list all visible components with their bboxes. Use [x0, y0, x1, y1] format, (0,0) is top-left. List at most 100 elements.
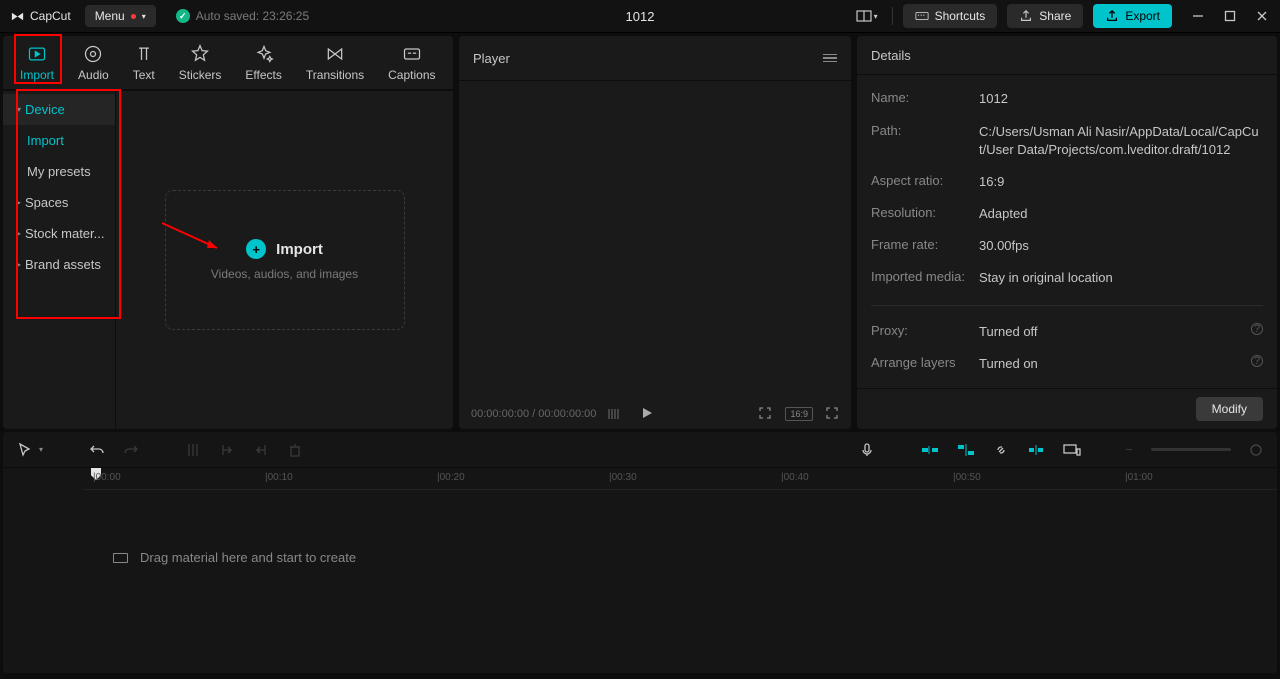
minimize-icon: [1192, 10, 1204, 22]
maximize-button[interactable]: [1222, 8, 1238, 24]
snap-button[interactable]: [1027, 443, 1045, 457]
play-icon: [640, 406, 654, 420]
fullscreen-button[interactable]: [825, 406, 839, 423]
detail-value-arrange: Turned on: [979, 355, 1251, 373]
zoom-fit-button[interactable]: [1249, 443, 1263, 457]
tab-stickers[interactable]: Stickers: [167, 39, 234, 87]
tab-transitions[interactable]: Transitions: [294, 39, 376, 87]
sidebar-item-import[interactable]: Import: [3, 125, 115, 156]
selection-dropdown[interactable]: ▾: [39, 445, 43, 454]
player-menu-button[interactable]: [823, 54, 837, 63]
tab-audio[interactable]: Audio: [66, 39, 121, 87]
layout-button[interactable]: ▾: [852, 4, 882, 28]
snap-icon: [1027, 443, 1045, 457]
modify-button[interactable]: Modify: [1196, 397, 1263, 421]
ruler-tick: |00:10: [265, 472, 293, 483]
capcut-logo-icon: [10, 9, 25, 24]
menu-button[interactable]: Menu ▾: [85, 5, 156, 27]
detail-value-aspect: 16:9: [979, 173, 1263, 191]
delete-icon: [287, 442, 303, 458]
play-button[interactable]: [640, 406, 654, 423]
tab-effects[interactable]: Effects: [233, 39, 293, 87]
trim-left-button[interactable]: [219, 442, 235, 458]
detail-value-resolution: Adapted: [979, 205, 1263, 223]
details-title: Details: [871, 48, 911, 63]
player-viewport[interactable]: [459, 81, 851, 399]
media-sidebar: Device Import My presets Spaces Stock ma…: [3, 91, 116, 429]
tab-import[interactable]: Import: [8, 39, 66, 87]
zoom-out-button[interactable]: −: [1125, 442, 1133, 457]
notification-dot-icon: [131, 14, 136, 19]
sidebar-item-my-presets[interactable]: My presets: [3, 156, 115, 187]
effects-icon: [254, 44, 274, 64]
trim-right-icon: [253, 442, 269, 458]
ruler-tick: |00:00: [93, 472, 121, 483]
help-icon[interactable]: ?: [1251, 355, 1263, 367]
scan-button[interactable]: [757, 405, 773, 424]
undo-button[interactable]: [89, 442, 105, 458]
sidebar-item-stock-material[interactable]: Stock mater...: [3, 218, 115, 249]
plus-icon: +: [246, 239, 266, 259]
autosave-status: ✓ Auto saved: 23:26:25: [176, 9, 309, 23]
track-icon-1: [921, 443, 939, 457]
trim-right-button[interactable]: [253, 442, 269, 458]
captions-icon: [402, 44, 422, 64]
app-logo: CapCut: [10, 9, 71, 24]
mic-button[interactable]: [859, 442, 875, 458]
ruler-tick: |00:20: [437, 472, 465, 483]
titlebar: CapCut Menu ▾ ✓ Auto saved: 23:26:25 101…: [0, 0, 1280, 33]
mic-icon: [859, 442, 875, 458]
divider: [892, 7, 893, 25]
project-title: 1012: [626, 9, 655, 24]
track-mode-2[interactable]: [957, 443, 975, 457]
close-icon: [1256, 10, 1268, 22]
minimize-button[interactable]: [1190, 8, 1206, 24]
detail-value-name: 1012: [979, 90, 1263, 108]
details-panel: Details Name:1012 Path:C:/Users/Usman Al…: [857, 36, 1277, 429]
detail-label-aspect: Aspect ratio:: [871, 173, 979, 188]
check-icon: ✓: [176, 9, 190, 23]
detail-label-path: Path:: [871, 123, 979, 138]
maximize-icon: [1224, 10, 1236, 22]
cursor-icon: [17, 442, 33, 458]
preview-button[interactable]: [1063, 443, 1081, 457]
tab-captions[interactable]: Captions: [376, 39, 447, 87]
link-icon: [993, 442, 1009, 458]
help-icon[interactable]: ?: [1251, 323, 1263, 335]
audio-icon: [83, 44, 103, 64]
export-button[interactable]: Export: [1093, 4, 1172, 28]
detail-value-framerate: 30.00fps: [979, 237, 1263, 255]
ruler-tick: |00:40: [781, 472, 809, 483]
detail-label-resolution: Resolution:: [871, 205, 979, 220]
sidebar-item-brand-assets[interactable]: Brand assets: [3, 249, 115, 280]
share-button[interactable]: Share: [1007, 4, 1083, 28]
shortcuts-button[interactable]: Shortcuts: [903, 4, 998, 28]
chevron-down-icon: ▾: [874, 12, 878, 21]
stickers-icon: [190, 44, 210, 64]
sidebar-item-spaces[interactable]: Spaces: [3, 187, 115, 218]
player-panel: Player 00:00:00:00 / 00:00:00:00 16:9: [459, 36, 851, 429]
layout-icon: [856, 8, 872, 24]
detail-label-framerate: Frame rate:: [871, 237, 979, 252]
delete-button[interactable]: [287, 442, 303, 458]
zoom-slider[interactable]: [1151, 448, 1231, 451]
ruler-tick: |00:50: [953, 472, 981, 483]
split-button[interactable]: [185, 442, 201, 458]
player-timecode: 00:00:00:00 / 00:00:00:00: [471, 408, 596, 420]
tab-text[interactable]: Text: [121, 39, 167, 87]
track-mode-1[interactable]: [921, 443, 939, 457]
redo-button[interactable]: [123, 442, 139, 458]
timeline-drop-hint: Drag material here and start to create: [83, 550, 1277, 565]
import-dropzone[interactable]: + Import Videos, audios, and images: [165, 190, 405, 330]
fullscreen-icon: [825, 406, 839, 420]
detail-value-proxy: Turned off: [979, 323, 1251, 341]
selection-tool[interactable]: [17, 442, 33, 458]
close-button[interactable]: [1254, 8, 1270, 24]
timeline-ruler[interactable]: |00:00 |00:10 |00:20 |00:30 |00:40 |00:5…: [83, 468, 1277, 490]
aspect-ratio-badge[interactable]: 16:9: [785, 407, 813, 421]
split-icon: [185, 442, 201, 458]
link-button[interactable]: [993, 442, 1009, 458]
timeline-tracks[interactable]: Drag material here and start to create: [3, 490, 1277, 673]
sidebar-item-device[interactable]: Device: [3, 94, 115, 125]
export-icon: [1105, 9, 1119, 23]
